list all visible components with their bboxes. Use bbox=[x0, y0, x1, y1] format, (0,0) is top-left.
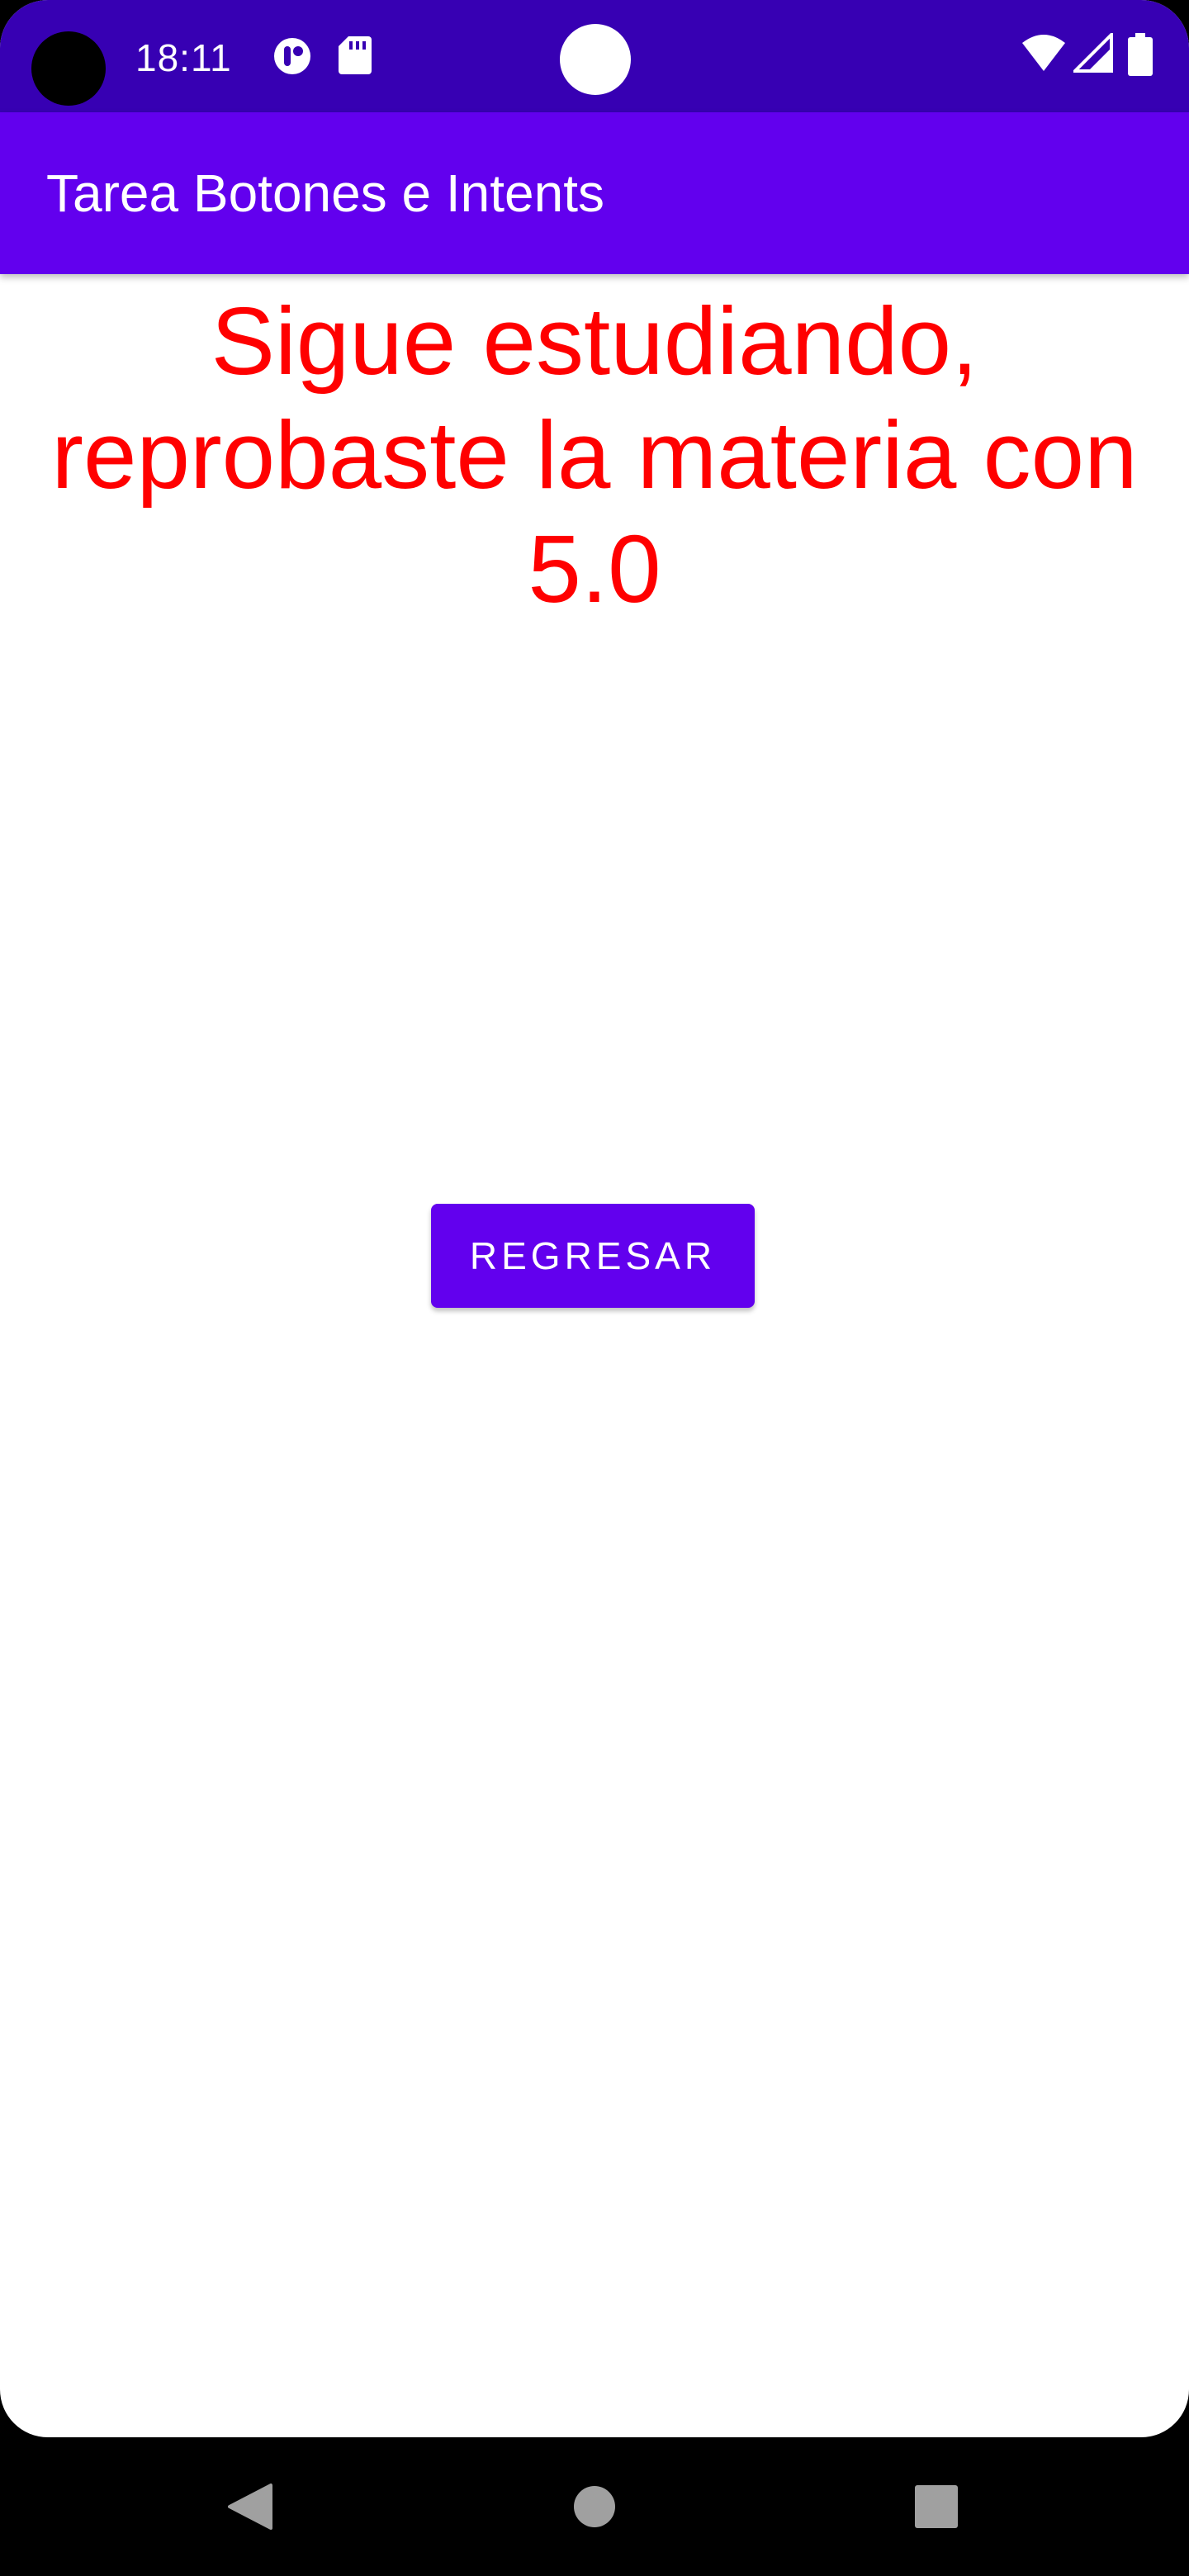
result-message: Sigue estudiando, reprobaste la materia … bbox=[51, 287, 1138, 623]
app-surface: 18:11 Tarea Botones e Intents Sigue estu… bbox=[0, 0, 1189, 2437]
status-time: 18:11 bbox=[135, 36, 232, 79]
status-bar: 18:11 bbox=[0, 0, 1189, 112]
phone-screen: 18:11 Tarea Botones e Intents Sigue estu… bbox=[0, 0, 1189, 2576]
status-icons bbox=[1021, 33, 1169, 79]
back-icon bbox=[228, 2484, 272, 2530]
nav-recents-button[interactable] bbox=[870, 2437, 1002, 2576]
nav-home-button[interactable] bbox=[528, 2437, 661, 2576]
home-icon bbox=[574, 2486, 615, 2527]
wifi-icon bbox=[1022, 35, 1065, 71]
recents-icon bbox=[915, 2485, 958, 2528]
alarm-app-icon bbox=[272, 36, 312, 80]
sd-card-icon bbox=[339, 36, 372, 78]
app-title: Tarea Botones e Intents bbox=[46, 163, 604, 223]
app-bar: Tarea Botones e Intents bbox=[0, 112, 1189, 274]
camera-cutout-icon bbox=[31, 31, 106, 106]
regresar-button[interactable]: REGRESAR bbox=[431, 1204, 755, 1308]
nav-back-button[interactable] bbox=[183, 2437, 315, 2576]
navigation-bar bbox=[0, 2437, 1189, 2576]
battery-icon bbox=[1128, 33, 1153, 76]
center-dot-icon bbox=[560, 24, 631, 95]
signal-icon bbox=[1073, 33, 1113, 73]
